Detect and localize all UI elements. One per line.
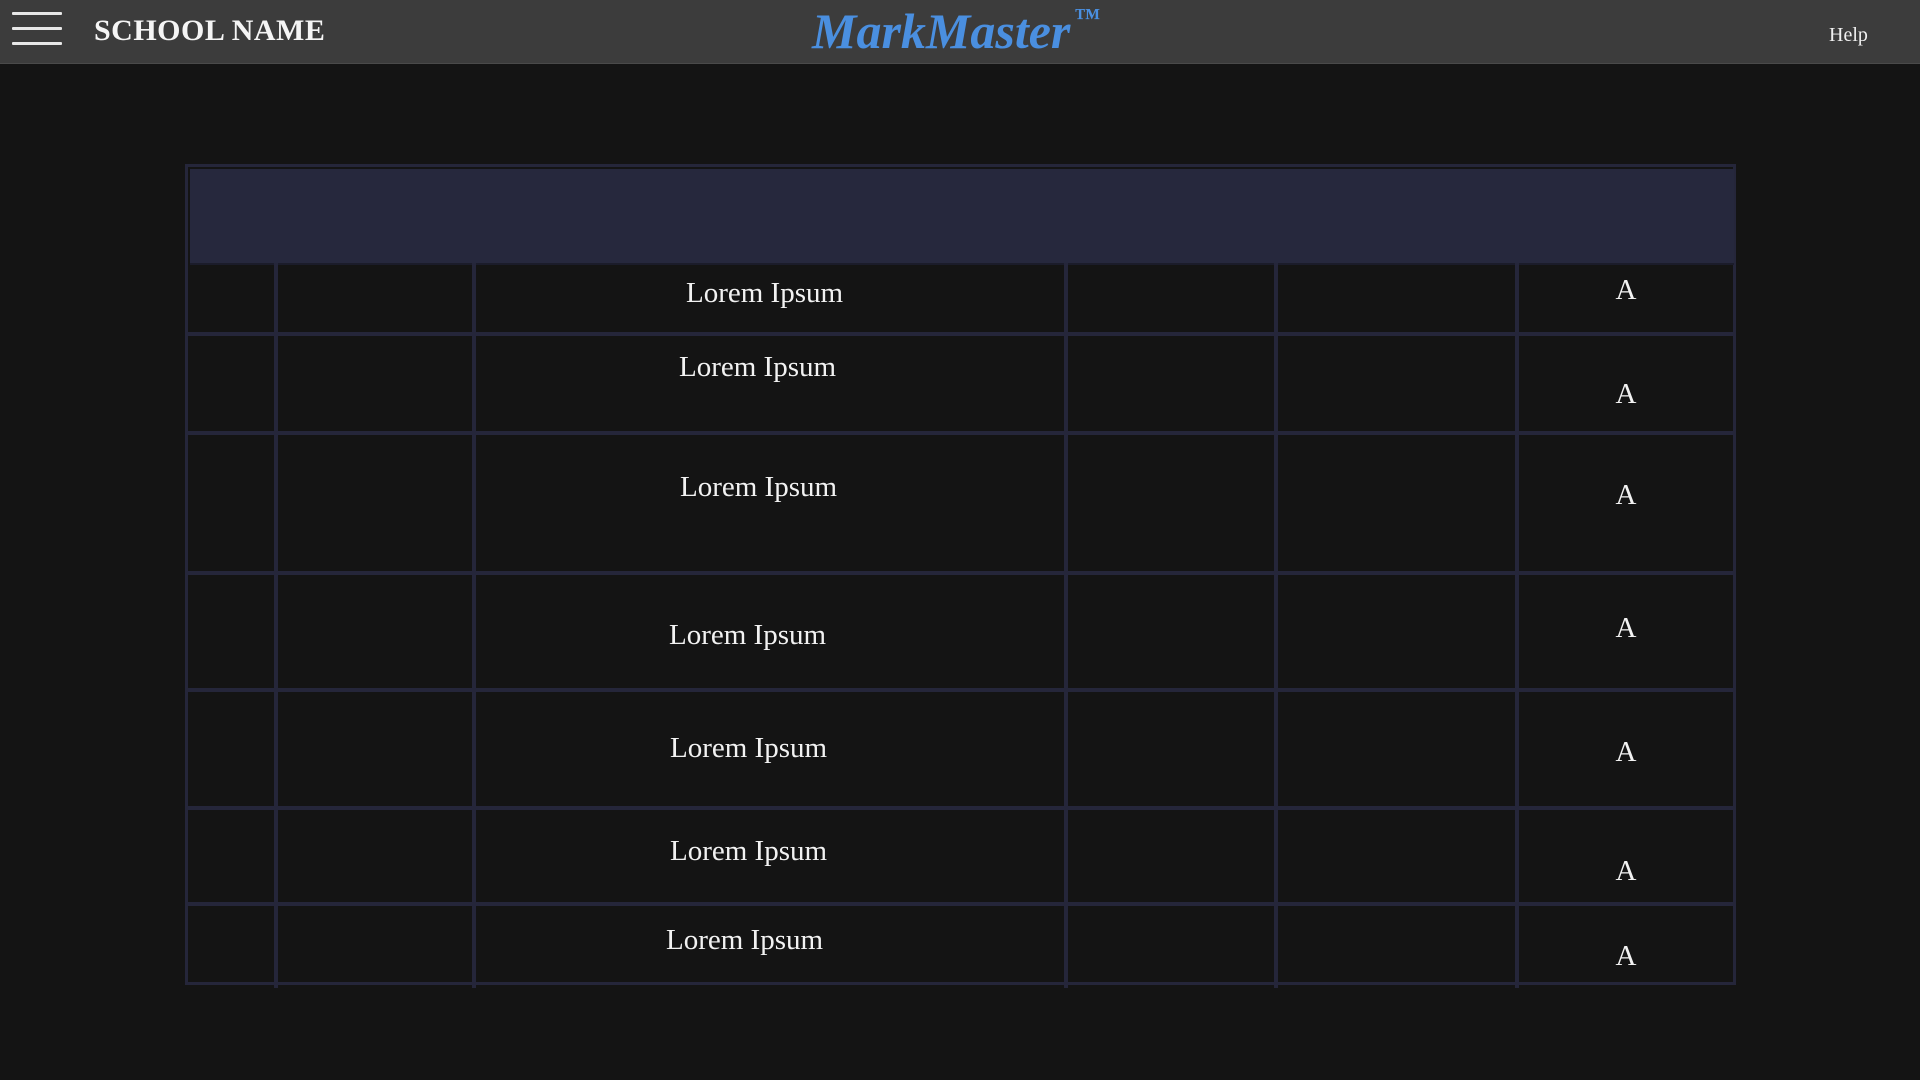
marks-grid: Lorem Ipsum A Lorem Ipsum A Lorem Ipsum …: [188, 263, 1733, 988]
school-name: SCHOOL NAME: [94, 14, 326, 47]
grade-cell[interactable]: A: [1515, 902, 1733, 988]
table-row: Lorem Ipsum A: [188, 431, 1733, 575]
row-text-cell[interactable]: Lorem Ipsum: [472, 688, 1068, 810]
table-row: Lorem Ipsum A: [188, 806, 1733, 906]
row-cell[interactable]: [1274, 806, 1519, 906]
row-cell[interactable]: [1064, 263, 1278, 336]
row-text: Lorem Ipsum: [666, 924, 824, 956]
row-cell[interactable]: [1064, 332, 1278, 435]
row-cell[interactable]: [274, 571, 476, 692]
row-cell[interactable]: [188, 688, 278, 810]
row-text-cell[interactable]: Lorem Ipsum: [472, 806, 1068, 906]
row-cell[interactable]: [1064, 806, 1278, 906]
top-bar: SCHOOL NAME MarkMaster ™ Help: [0, 0, 1920, 64]
row-cell[interactable]: [188, 332, 278, 435]
row-cell[interactable]: [274, 688, 476, 810]
row-cell[interactable]: [188, 571, 278, 692]
row-text-cell[interactable]: Lorem Ipsum: [472, 332, 1068, 435]
grade-value: A: [1615, 612, 1637, 644]
grade-cell[interactable]: A: [1515, 431, 1733, 575]
grade-value: A: [1615, 736, 1637, 768]
row-cell[interactable]: [1064, 431, 1278, 575]
row-cell[interactable]: [1274, 431, 1519, 575]
row-cell[interactable]: [274, 902, 476, 988]
grade-cell[interactable]: A: [1515, 571, 1733, 692]
row-text: Lorem Ipsum: [686, 277, 844, 309]
table-row: Lorem Ipsum A: [188, 688, 1733, 810]
grade-cell[interactable]: A: [1515, 806, 1733, 906]
row-cell[interactable]: [274, 263, 476, 336]
grade-value: A: [1615, 378, 1637, 410]
grade-value: A: [1615, 855, 1637, 887]
row-cell[interactable]: [1064, 571, 1278, 692]
row-cell[interactable]: [1274, 688, 1519, 810]
row-text-cell[interactable]: Lorem Ipsum: [472, 431, 1068, 575]
row-cell[interactable]: [1064, 902, 1278, 988]
grade-cell[interactable]: A: [1515, 688, 1733, 810]
app-logo: MarkMaster ™: [812, 2, 1100, 60]
marks-table: Lorem Ipsum A Lorem Ipsum A Lorem Ipsum …: [185, 164, 1736, 988]
row-text: Lorem Ipsum: [680, 471, 838, 503]
row-cell[interactable]: [188, 806, 278, 906]
row-cell[interactable]: [188, 431, 278, 575]
menu-icon[interactable]: [12, 12, 62, 46]
help-link[interactable]: Help: [1829, 24, 1868, 47]
grade-value: A: [1615, 274, 1637, 306]
row-cell[interactable]: [188, 263, 278, 336]
row-cell[interactable]: [274, 431, 476, 575]
grade-value: A: [1615, 479, 1637, 511]
row-text-cell[interactable]: Lorem Ipsum: [472, 263, 1068, 336]
trademark-symbol: ™: [1074, 3, 1101, 32]
row-cell[interactable]: [1274, 332, 1519, 435]
row-text-cell[interactable]: Lorem Ipsum: [472, 902, 1068, 988]
row-cell[interactable]: [1274, 263, 1519, 336]
grade-cell[interactable]: A: [1515, 332, 1733, 435]
row-text: Lorem Ipsum: [670, 835, 828, 867]
row-text: Lorem Ipsum: [669, 619, 827, 651]
row-cell[interactable]: [1274, 902, 1519, 988]
grade-value: A: [1615, 940, 1637, 972]
table-row: Lorem Ipsum A: [188, 902, 1733, 988]
row-text: Lorem Ipsum: [670, 732, 828, 764]
grade-cell[interactable]: A: [1515, 263, 1733, 336]
row-text-cell[interactable]: Lorem Ipsum: [472, 571, 1068, 692]
table-header: [190, 169, 1734, 265]
table-row: Lorem Ipsum A: [188, 332, 1733, 435]
row-cell[interactable]: [274, 332, 476, 435]
table-row: Lorem Ipsum A: [188, 263, 1733, 336]
row-text: Lorem Ipsum: [679, 351, 837, 383]
row-cell[interactable]: [1274, 571, 1519, 692]
table-row: Lorem Ipsum A: [188, 571, 1733, 692]
brand-name: MarkMaster: [812, 3, 1071, 59]
row-cell[interactable]: [1064, 688, 1278, 810]
row-cell[interactable]: [188, 902, 278, 988]
row-cell[interactable]: [274, 806, 476, 906]
